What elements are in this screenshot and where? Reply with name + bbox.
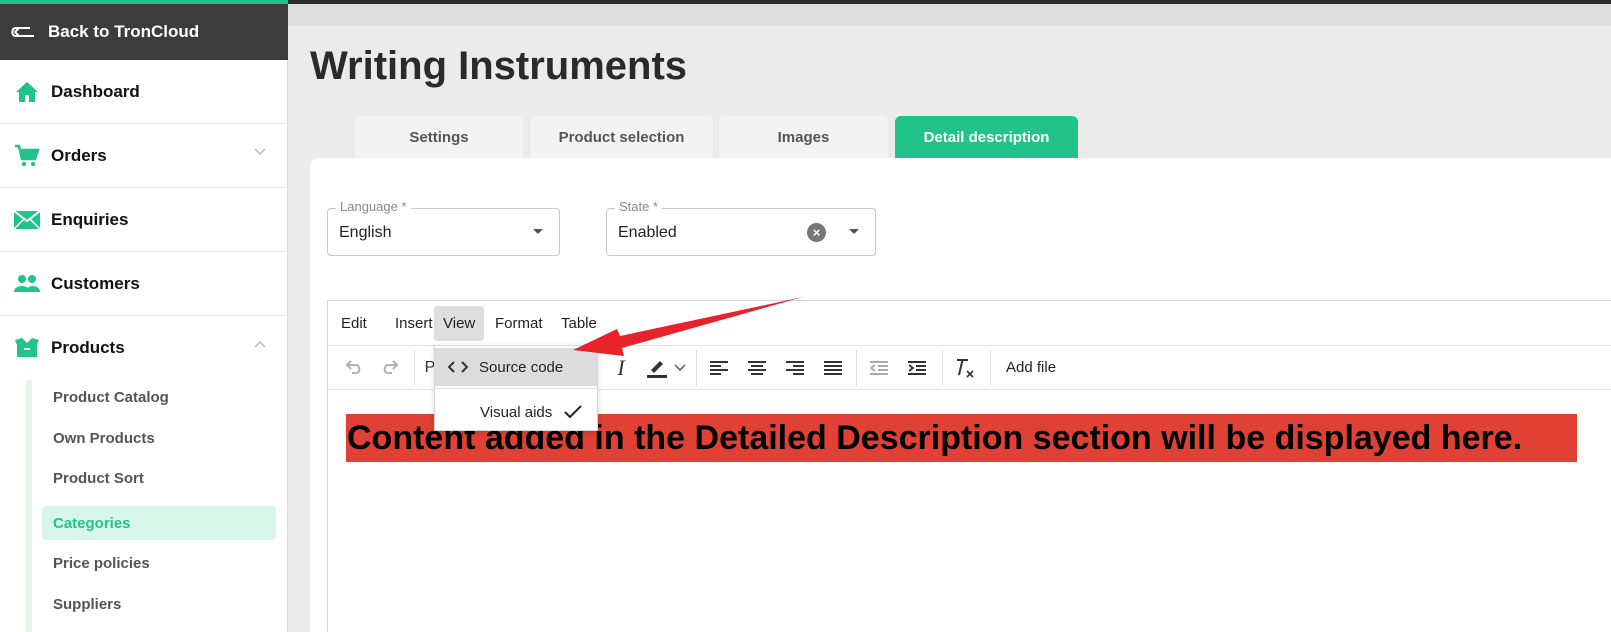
caret-down-icon <box>533 229 543 234</box>
box-icon <box>12 333 42 363</box>
language-select[interactable]: Language * English <box>327 199 560 256</box>
toolbar-separator <box>696 350 697 386</box>
state-legend: State * <box>615 199 663 214</box>
menu-item-source-code[interactable]: Source code <box>435 348 597 386</box>
highlight-color-icon[interactable] <box>644 346 670 390</box>
tab-settings[interactable]: Settings <box>355 116 523 158</box>
tab-product-selection[interactable]: Product selection <box>530 116 713 158</box>
sidebar-item-label: Customers <box>51 273 140 293</box>
state-select[interactable]: State * Enabled × <box>606 199 876 256</box>
italic-icon[interactable]: I <box>608 346 634 390</box>
page-title: Writing Instruments <box>310 44 688 88</box>
sidebar-item-label: Dashboard <box>51 81 140 101</box>
submenu-item-own-products[interactable]: Own Products <box>42 421 276 455</box>
sidebar-item-products[interactable]: Products <box>0 316 288 380</box>
home-icon <box>12 77 42 107</box>
top-strip <box>288 4 1611 26</box>
tab-detail-description[interactable]: Detail description <box>895 116 1078 158</box>
redo-icon[interactable] <box>376 346 406 390</box>
sidebar-item-label: Orders <box>51 145 107 165</box>
chevron-up-icon <box>254 340 266 348</box>
check-icon <box>564 405 582 419</box>
menu-item-label: Visual aids <box>480 403 553 421</box>
toolbar-separator <box>414 350 415 386</box>
submenu-item-price-policies[interactable]: Price policies <box>42 546 276 580</box>
sidebar-item-orders[interactable]: Orders <box>0 124 288 188</box>
toolbar-separator <box>990 350 991 386</box>
language-legend: Language * <box>336 199 411 214</box>
align-center-icon[interactable] <box>742 346 772 390</box>
align-right-icon[interactable] <box>780 346 810 390</box>
caret-down-icon <box>849 229 859 234</box>
view-menu-dropdown: Source code Visual aids <box>434 345 598 431</box>
sidebar-item-customers[interactable]: Customers <box>0 252 288 316</box>
menu-format[interactable]: Format <box>486 306 552 341</box>
tab-images[interactable]: Images <box>719 116 888 158</box>
sidebar-item-enquiries[interactable]: Enquiries <box>0 188 288 252</box>
clear-formatting-icon[interactable] <box>950 346 980 390</box>
chevron-down-icon <box>254 148 266 156</box>
submenu-rail <box>26 380 32 632</box>
menu-separator <box>435 388 597 389</box>
envelope-icon <box>12 205 42 235</box>
sidebar-item-label: Products <box>51 338 125 357</box>
menu-edit[interactable]: Edit <box>332 306 376 341</box>
language-value: English <box>339 224 392 241</box>
submenu-item-product-catalog[interactable]: Product Catalog <box>42 380 276 414</box>
indent-icon[interactable] <box>902 346 932 390</box>
submenu-item-suppliers[interactable]: Suppliers <box>42 587 276 621</box>
back-label: Back to TronCloud <box>48 22 200 41</box>
undo-icon[interactable] <box>338 346 368 390</box>
align-left-icon[interactable] <box>704 346 734 390</box>
users-icon <box>12 269 42 299</box>
sidebar: Back to TronCloud Dashboard Orders Enqui… <box>0 0 288 632</box>
back-to-troncloud-link[interactable]: Back to TronCloud <box>0 4 288 60</box>
toolbar-separator <box>856 350 857 386</box>
menu-table[interactable]: Table <box>552 306 606 341</box>
editor-menubar: Edit Insert View Format Table <box>328 301 1611 346</box>
outdent-icon[interactable] <box>864 346 894 390</box>
cart-icon <box>12 141 42 171</box>
toolbar-separator <box>942 350 943 386</box>
sidebar-item-label: Enquiries <box>51 209 129 229</box>
menu-item-visual-aids[interactable]: Visual aids <box>435 393 597 431</box>
state-value: Enabled <box>618 224 677 241</box>
chevron-down-icon[interactable] <box>672 346 688 390</box>
align-justify-icon[interactable] <box>818 346 848 390</box>
submenu-item-product-sort[interactable]: Product Sort <box>42 461 276 495</box>
menu-item-label: Source code <box>479 358 564 376</box>
code-icon <box>443 361 473 373</box>
back-arrow-icon <box>11 27 34 37</box>
add-file-button[interactable]: Add file <box>1006 359 1056 376</box>
submenu-item-categories[interactable]: Categories <box>42 506 276 540</box>
menu-view[interactable]: View <box>434 306 485 341</box>
clear-icon[interactable]: × <box>807 223 826 242</box>
sidebar-item-dashboard[interactable]: Dashboard <box>0 60 288 124</box>
